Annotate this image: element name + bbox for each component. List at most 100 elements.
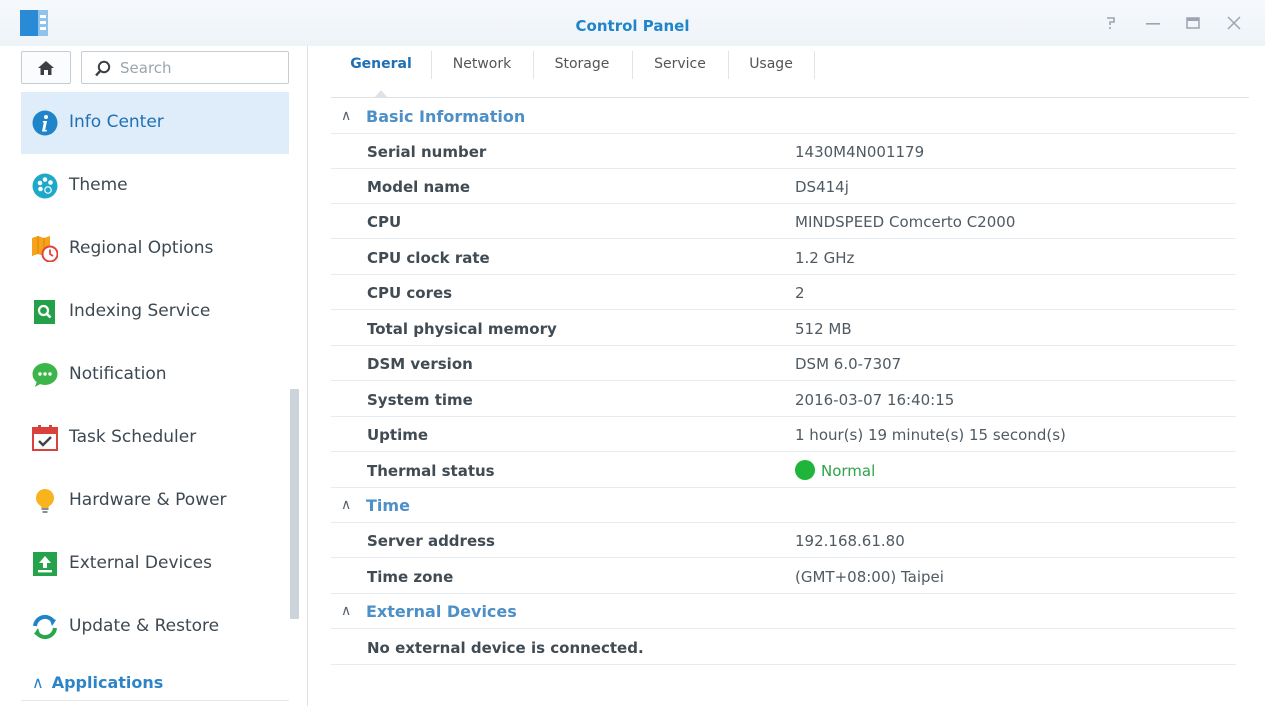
info-row-total-physical-memory: Total physical memory 512 MB xyxy=(331,311,1236,346)
search-box[interactable] xyxy=(81,51,289,84)
tab-separator xyxy=(814,51,815,79)
chevron-up-icon: ∧ xyxy=(341,603,352,619)
sidebar-item-label: Regional Options xyxy=(69,238,214,258)
row-label: CPU xyxy=(367,213,402,231)
info-row-system-time: System time 2016-03-07 16:40:15 xyxy=(331,382,1236,417)
minimize-icon[interactable] xyxy=(1144,14,1162,32)
tab-separator xyxy=(728,51,729,79)
notification-icon xyxy=(32,363,58,387)
sidebar-item-theme[interactable]: Theme xyxy=(21,155,289,217)
applications-section-header[interactable]: ∧ Applications xyxy=(32,673,163,692)
chevron-up-icon: ∧ xyxy=(341,108,352,124)
chevron-up-icon: ∧ xyxy=(32,673,44,692)
sidebar-item-indexing-service[interactable]: Indexing Service xyxy=(21,281,289,343)
sidebar-item-update-restore[interactable]: Update & Restore xyxy=(21,596,289,658)
home-button[interactable] xyxy=(21,51,71,84)
row-value: (GMT+08:00) Taipei xyxy=(795,568,944,586)
divider xyxy=(21,700,289,701)
info-row-external-devices-message: No external device is connected. xyxy=(331,630,1236,665)
sidebar-item-regional-options[interactable]: Regional Options xyxy=(21,218,289,280)
sidebar-item-external-devices[interactable]: External Devices xyxy=(21,533,289,595)
sidebar-item-hardware-power[interactable]: Hardware & Power xyxy=(21,470,289,532)
info-row-time-zone: Time zone (GMT+08:00) Taipei xyxy=(331,559,1236,594)
maximize-icon[interactable] xyxy=(1184,14,1202,32)
sidebar-item-label: Info Center xyxy=(69,112,164,132)
sidebar-scrollbar[interactable] xyxy=(290,389,299,619)
info-row-cpu-cores: CPU cores 2 xyxy=(331,275,1236,310)
sidebar-item-info-center[interactable]: Info Center xyxy=(21,92,289,154)
tab-separator xyxy=(533,51,534,79)
row-label: Thermal status xyxy=(367,462,495,480)
row-value: MINDSPEED Comcerto C2000 xyxy=(795,213,1016,231)
row-value: 1430M4N001179 xyxy=(795,143,925,161)
sidebar-item-label: Notification xyxy=(69,364,167,384)
info-icon xyxy=(32,110,58,136)
sidebar: Info Center Theme Regional Options Index… xyxy=(0,46,308,706)
info-row-thermal-status: Thermal status Normal xyxy=(331,453,1236,488)
title-bar: Control Panel xyxy=(0,0,1265,46)
window-title: Control Panel xyxy=(575,17,690,35)
section-time[interactable]: ∧ Time xyxy=(331,488,1236,523)
chevron-up-icon: ∧ xyxy=(341,497,352,513)
close-icon[interactable] xyxy=(1225,14,1243,32)
info-row-model-name: Model name DS414j xyxy=(331,169,1236,204)
row-value: DSM 6.0-7307 xyxy=(795,355,902,373)
active-tab-indicator xyxy=(375,90,387,97)
row-label: CPU cores xyxy=(367,284,453,302)
info-row-cpu: CPU MINDSPEED Comcerto C2000 xyxy=(331,204,1236,239)
tab-usage[interactable]: Usage xyxy=(735,50,807,82)
row-value: 1.2 GHz xyxy=(795,249,855,267)
external-device-icon xyxy=(33,552,57,576)
update-icon xyxy=(33,614,57,640)
info-row-cpu-clock-rate: CPU clock rate 1.2 GHz xyxy=(331,240,1236,275)
row-label: DSM version xyxy=(367,355,473,373)
home-icon xyxy=(38,61,54,75)
section-title: Time xyxy=(366,496,410,515)
row-value: 192.168.61.80 xyxy=(795,532,905,550)
row-value: Normal xyxy=(795,460,876,480)
calendar-icon xyxy=(32,425,58,451)
indexing-icon xyxy=(34,300,55,324)
sidebar-item-task-scheduler[interactable]: Task Scheduler xyxy=(21,407,289,469)
row-value: DS414j xyxy=(795,178,849,196)
info-row-dsm-version: DSM version DSM 6.0-7307 xyxy=(331,346,1236,381)
section-title: External Devices xyxy=(366,602,517,621)
sidebar-item-label: Indexing Service xyxy=(69,301,211,321)
thermal-status-text: Normal xyxy=(821,462,876,480)
row-value: 2016-03-07 16:40:15 xyxy=(795,391,955,409)
row-label: Uptime xyxy=(367,426,429,444)
row-label: System time xyxy=(367,391,473,409)
row-value: 2 xyxy=(795,284,805,302)
sidebar-item-label: Update & Restore xyxy=(69,616,220,636)
row-label: Model name xyxy=(367,178,471,196)
tab-storage[interactable]: Storage xyxy=(543,50,621,82)
no-devices-message: No external device is connected. xyxy=(367,639,644,657)
tab-bar: General Network Storage Service Usage xyxy=(331,46,1249,98)
section-basic-information[interactable]: ∧ Basic Information xyxy=(331,99,1236,134)
row-label: Time zone xyxy=(367,568,454,586)
section-title: Basic Information xyxy=(366,107,526,126)
status-ok-icon xyxy=(795,460,815,480)
section-external-devices[interactable]: ∧ External Devices xyxy=(331,594,1236,629)
tab-separator xyxy=(431,51,432,79)
info-row-uptime: Uptime 1 hour(s) 19 minute(s) 15 second(… xyxy=(331,417,1236,452)
regional-icon xyxy=(32,236,58,262)
lightbulb-icon xyxy=(36,489,54,513)
tab-service[interactable]: Service xyxy=(641,50,719,82)
info-row-serial-number: Serial number 1430M4N001179 xyxy=(331,134,1236,169)
row-label: Serial number xyxy=(367,143,487,161)
sidebar-item-notification[interactable]: Notification xyxy=(21,344,289,406)
tab-general[interactable]: General xyxy=(341,50,421,82)
sidebar-item-label: Theme xyxy=(69,175,128,195)
sidebar-item-label: External Devices xyxy=(69,553,212,573)
sidebar-item-label: Hardware & Power xyxy=(69,490,227,510)
tab-separator xyxy=(632,51,633,79)
row-value: 512 MB xyxy=(795,320,852,338)
row-value: 1 hour(s) 19 minute(s) 15 second(s) xyxy=(795,426,1066,444)
tab-network[interactable]: Network xyxy=(441,50,523,82)
search-input[interactable] xyxy=(120,58,280,78)
row-label: Server address xyxy=(367,532,495,550)
palette-icon xyxy=(32,173,58,199)
row-label: CPU clock rate xyxy=(367,249,490,267)
help-icon[interactable] xyxy=(1102,14,1120,32)
